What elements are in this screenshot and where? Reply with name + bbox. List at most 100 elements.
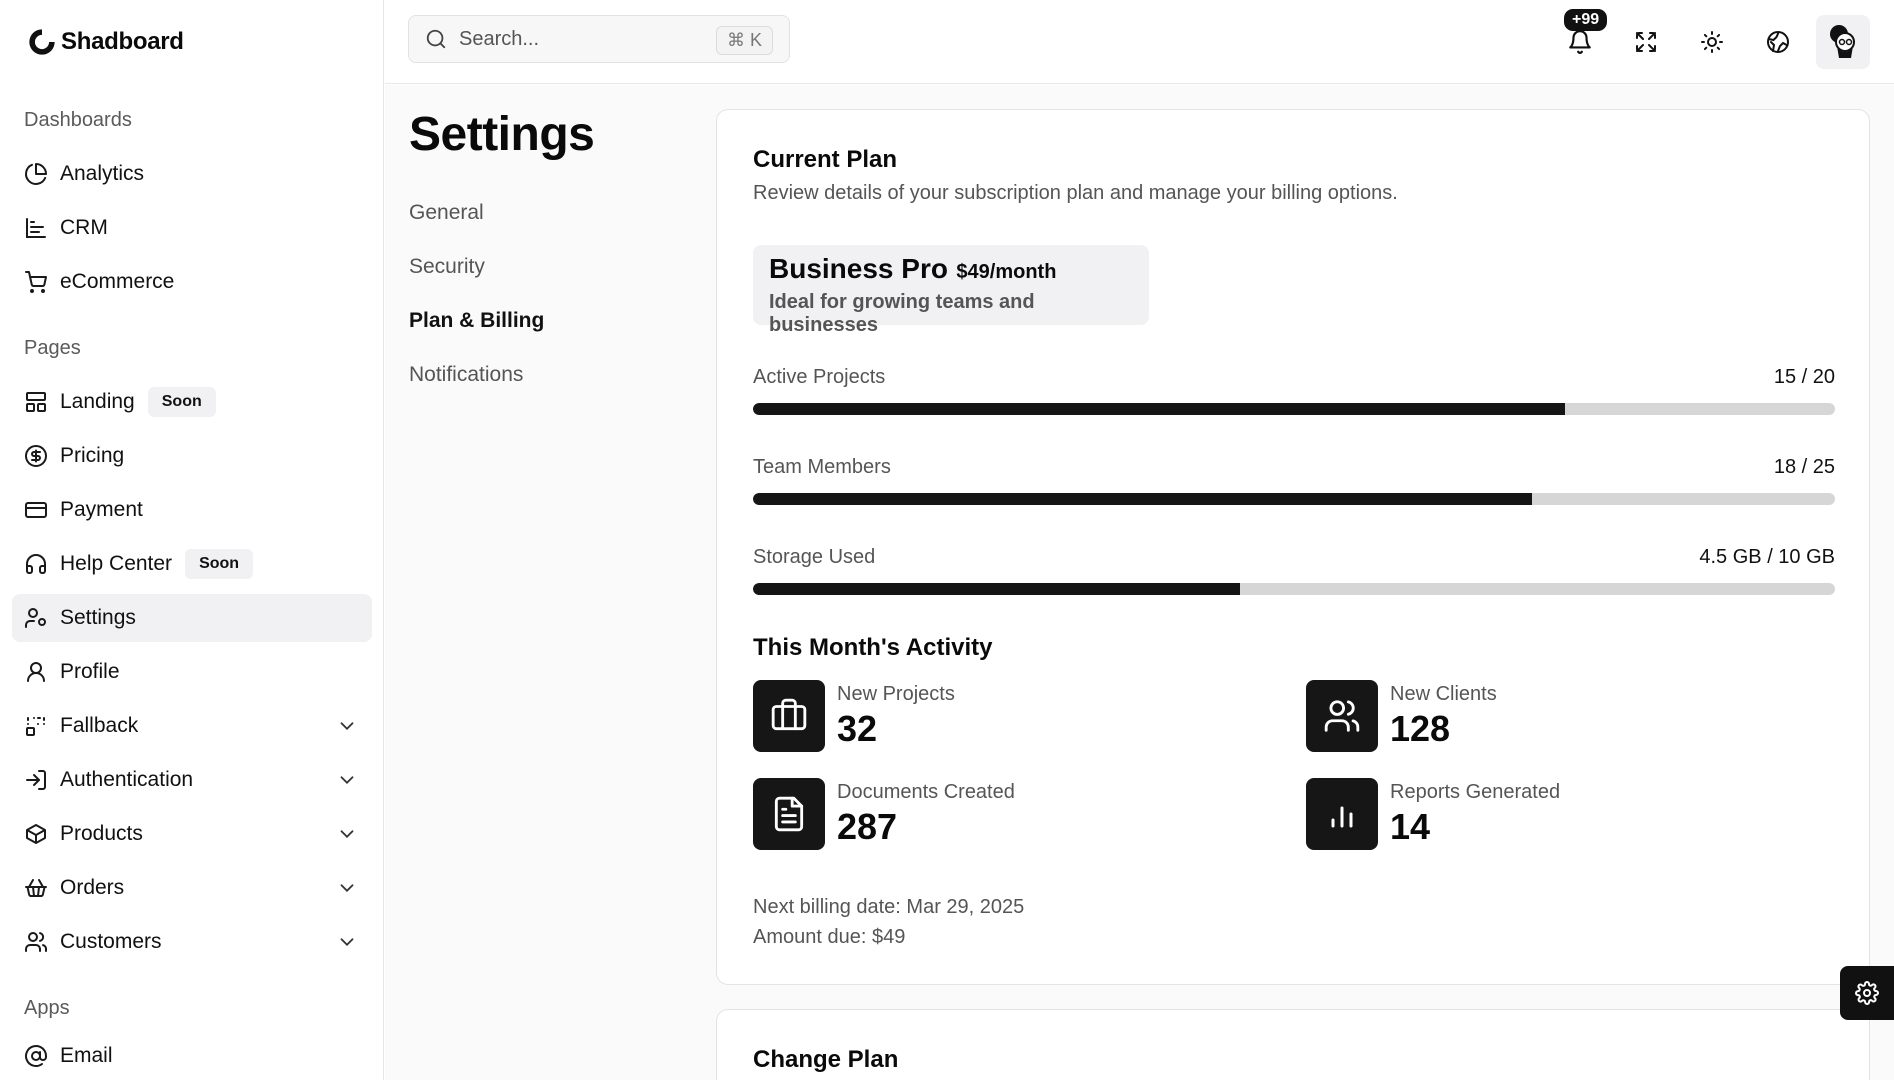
bell-icon [1569,30,1591,54]
usage-value: 4.5 GB / 10 GB [1699,546,1835,568]
sidebar-item-products[interactable]: Products [12,810,372,858]
notifications-badge: +99 [1564,9,1608,31]
card-description: Review details of your subscription plan… [753,182,1398,204]
sidebar-item-ecommerce[interactable]: eCommerce [12,258,372,306]
plan-summary: Business Pro $49/month Ideal for growing… [753,245,1149,336]
activity-title: This Month's Activity [753,634,993,661]
usage-label: Storage Used [753,546,876,568]
progress-bar [753,403,1835,415]
basket-icon [25,879,47,897]
progress-bar [753,493,1835,505]
sidebar-item-label: CRM [60,216,108,239]
usage-active-projects: Active Projects 15 / 20 [753,366,1835,415]
main-content: Settings General Security Plan & Billing… [385,85,1894,1080]
sidebar-item-analytics[interactable]: Analytics [12,150,372,198]
card-title: Change Plan [753,1046,899,1073]
stat-documents-created: Documents Created 287 [753,778,1015,850]
sidebar-item-help-center[interactable]: Help Center Soon [12,540,372,588]
sidebar-item-authentication[interactable]: Authentication [12,756,372,804]
usage-storage: Storage Used 4.5 GB / 10 GB [753,546,1835,595]
sidebar-item-label: Settings [60,606,136,629]
stat-label: New Clients [1390,682,1497,705]
sun-icon [1701,31,1723,53]
language-button[interactable] [1760,22,1796,62]
stat-new-clients: New Clients 128 [1306,680,1497,752]
chevron-down-icon [340,938,354,947]
stat-reports-generated: Reports Generated 14 [1306,778,1560,850]
group-label: Pages [24,337,81,359]
stat-value: 128 [1390,707,1451,749]
at-sign-icon [25,1045,47,1067]
stat-new-projects: New Projects 32 [753,680,955,752]
stat-label: Reports Generated [1390,780,1561,803]
sidebar-item-profile[interactable]: Profile [12,648,372,696]
sidebar-item-label: Fallback [60,714,139,737]
settings-tab-security[interactable]: Security [409,249,544,303]
settings-tab-general[interactable]: General [409,195,544,249]
logo-icon [29,29,55,55]
user-avatar[interactable] [1816,15,1870,69]
nav-group-pages: Pages Landing Soon Pricing Payment Help … [12,336,372,972]
globe-icon [1767,31,1789,53]
chevron-down-icon [340,884,354,893]
package-icon [26,824,46,844]
stat-value: 14 [1390,805,1431,847]
sidebar-item-label: Authentication [60,768,194,791]
log-in-icon [26,770,46,790]
search-icon [426,29,446,49]
progress-fill [753,583,1240,595]
stat-label: New Projects [837,682,955,705]
sidebar-item-landing[interactable]: Landing Soon [12,378,372,426]
sidebar-item-orders[interactable]: Orders [12,864,372,912]
settings-nav: General Security Plan & Billing Notifica… [409,195,544,411]
settings-tab-plan-billing[interactable]: Plan & Billing [409,303,544,357]
progress-fill [753,403,1565,415]
usage-value: 15 / 20 [1773,366,1835,388]
next-billing-date: Next billing date: Mar 29, 2025 [753,896,1025,918]
dollar-circle-icon [25,445,47,467]
stat-icon-box [1306,778,1378,850]
stat-label: Documents Created [837,780,1015,803]
user-cog-icon [25,608,46,628]
sidebar-item-email[interactable]: Email [12,1032,372,1080]
theme-toggle-button[interactable] [1694,22,1730,62]
plan-name: Business Pro [769,253,948,284]
usage-label: Active Projects [753,366,886,388]
nav-group-dashboards: Dashboards Analytics CRM eCommerce [12,108,372,312]
stat-value: 32 [837,707,878,749]
sidebar-item-fallback[interactable]: Fallback [12,702,372,750]
bar-chart-icon [26,218,46,238]
dashed-grid-icon [26,717,45,736]
app-logo[interactable]: Shadboard [26,26,184,58]
briefcase-icon [771,698,807,731]
settings-tab-notifications[interactable]: Notifications [409,357,544,411]
pie-chart-icon [25,163,47,185]
sidebar-item-payment[interactable]: Payment [12,486,372,534]
expand-icon [1636,32,1656,52]
page-title: Settings [409,108,595,161]
customizer-button[interactable] [1840,966,1894,1020]
fullscreen-button[interactable] [1628,22,1664,62]
avatar-illustration-icon [1830,25,1855,58]
search-input[interactable] [459,27,689,51]
nav-group-apps: Apps Email [12,996,372,1080]
sidebar-item-crm[interactable]: CRM [12,204,372,252]
stat-icon-box [753,680,825,752]
sidebar-item-label: Orders [60,876,125,899]
sidebar-item-customers[interactable]: Customers [12,918,372,966]
search-box[interactable]: ⌘ K [408,15,790,63]
file-text-icon [774,796,804,832]
gear-icon [1855,981,1879,1005]
sidebar-item-settings[interactable]: Settings [12,594,372,642]
sidebar-item-label: Landing [60,390,135,413]
sidebar-item-label: Analytics [60,162,145,185]
shopping-cart-icon [25,271,47,293]
sidebar-item-label: Pricing [60,444,125,467]
chevron-down-icon [340,776,354,785]
sidebar-item-pricing[interactable]: Pricing [12,432,372,480]
sidebar-item-label: eCommerce [60,270,175,293]
amount-due: Amount due: $49 [753,926,906,948]
app-name: Shadboard [61,28,184,55]
bar-chart-icon [1331,806,1353,828]
search-shortcut: ⌘ K [715,26,773,55]
